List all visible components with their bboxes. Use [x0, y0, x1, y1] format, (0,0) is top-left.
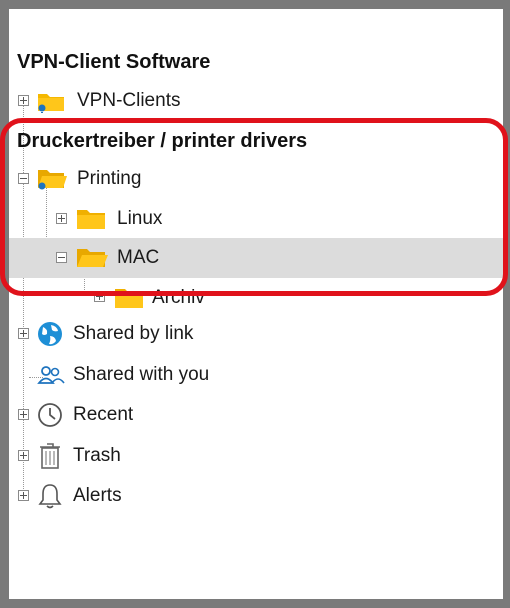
expand-plus-icon[interactable]: [94, 291, 105, 302]
tree-item-mac[interactable]: MAC: [9, 238, 503, 278]
folder-icon: [77, 210, 105, 229]
expand-plus-icon[interactable]: [56, 213, 67, 224]
shared-folder-icon: [38, 94, 64, 113]
tree-item-label: VPN-Clients: [77, 90, 181, 111]
tree-item-label: Trash: [73, 445, 121, 466]
tree-item-label: Shared with you: [73, 364, 210, 385]
folder-icon: [115, 289, 143, 308]
tree-item-archiv[interactable]: Archiv: [9, 278, 503, 308]
users-icon: [37, 366, 65, 384]
globe-icon: [38, 322, 62, 346]
tree-item-vpn-clients[interactable]: VPN-Clients: [9, 81, 503, 121]
section-heading-drivers: Druckertreiber / printer drivers: [17, 130, 308, 152]
expand-plus-icon[interactable]: [18, 95, 29, 106]
tree-item-linux[interactable]: Linux: [9, 199, 503, 239]
clock-icon: [38, 403, 62, 427]
expand-plus-icon[interactable]: [18, 450, 29, 461]
bell-icon: [38, 484, 62, 509]
tree-item-label: Shared by link: [73, 323, 194, 344]
expand-plus-icon[interactable]: [18, 409, 29, 420]
shared-folder-open-icon: [38, 170, 67, 190]
file-tree-panel: VPN-Client Software VPN-Clients Druckert…: [9, 9, 503, 599]
expand-plus-icon[interactable]: [18, 490, 29, 501]
collapse-minus-icon[interactable]: [18, 173, 29, 184]
folder-open-icon: [77, 249, 108, 267]
tree-item-shared-with-you[interactable]: Shared with you: [9, 355, 503, 395]
expand-plus-icon[interactable]: [18, 328, 29, 339]
tree-item-label: Printing: [77, 168, 142, 189]
tree-item-label: MAC: [117, 247, 160, 268]
section-heading-vpn: VPN-Client Software: [17, 51, 211, 73]
tree-item-label: Linux: [117, 208, 163, 229]
tree-item-trash[interactable]: Trash: [9, 436, 503, 476]
tree-item-label: Archiv: [152, 287, 205, 308]
tree-item-label: Alerts: [73, 485, 122, 506]
collapse-minus-icon[interactable]: [56, 252, 67, 263]
tree-item-printing[interactable]: Printing: [9, 159, 503, 199]
trash-icon: [40, 443, 60, 469]
tree-item-shared-by-link[interactable]: Shared by link: [9, 314, 503, 354]
tree-item-alerts[interactable]: Alerts: [9, 476, 503, 516]
tree-item-recent[interactable]: Recent: [9, 395, 503, 435]
tree-item-label: Recent: [73, 404, 134, 425]
